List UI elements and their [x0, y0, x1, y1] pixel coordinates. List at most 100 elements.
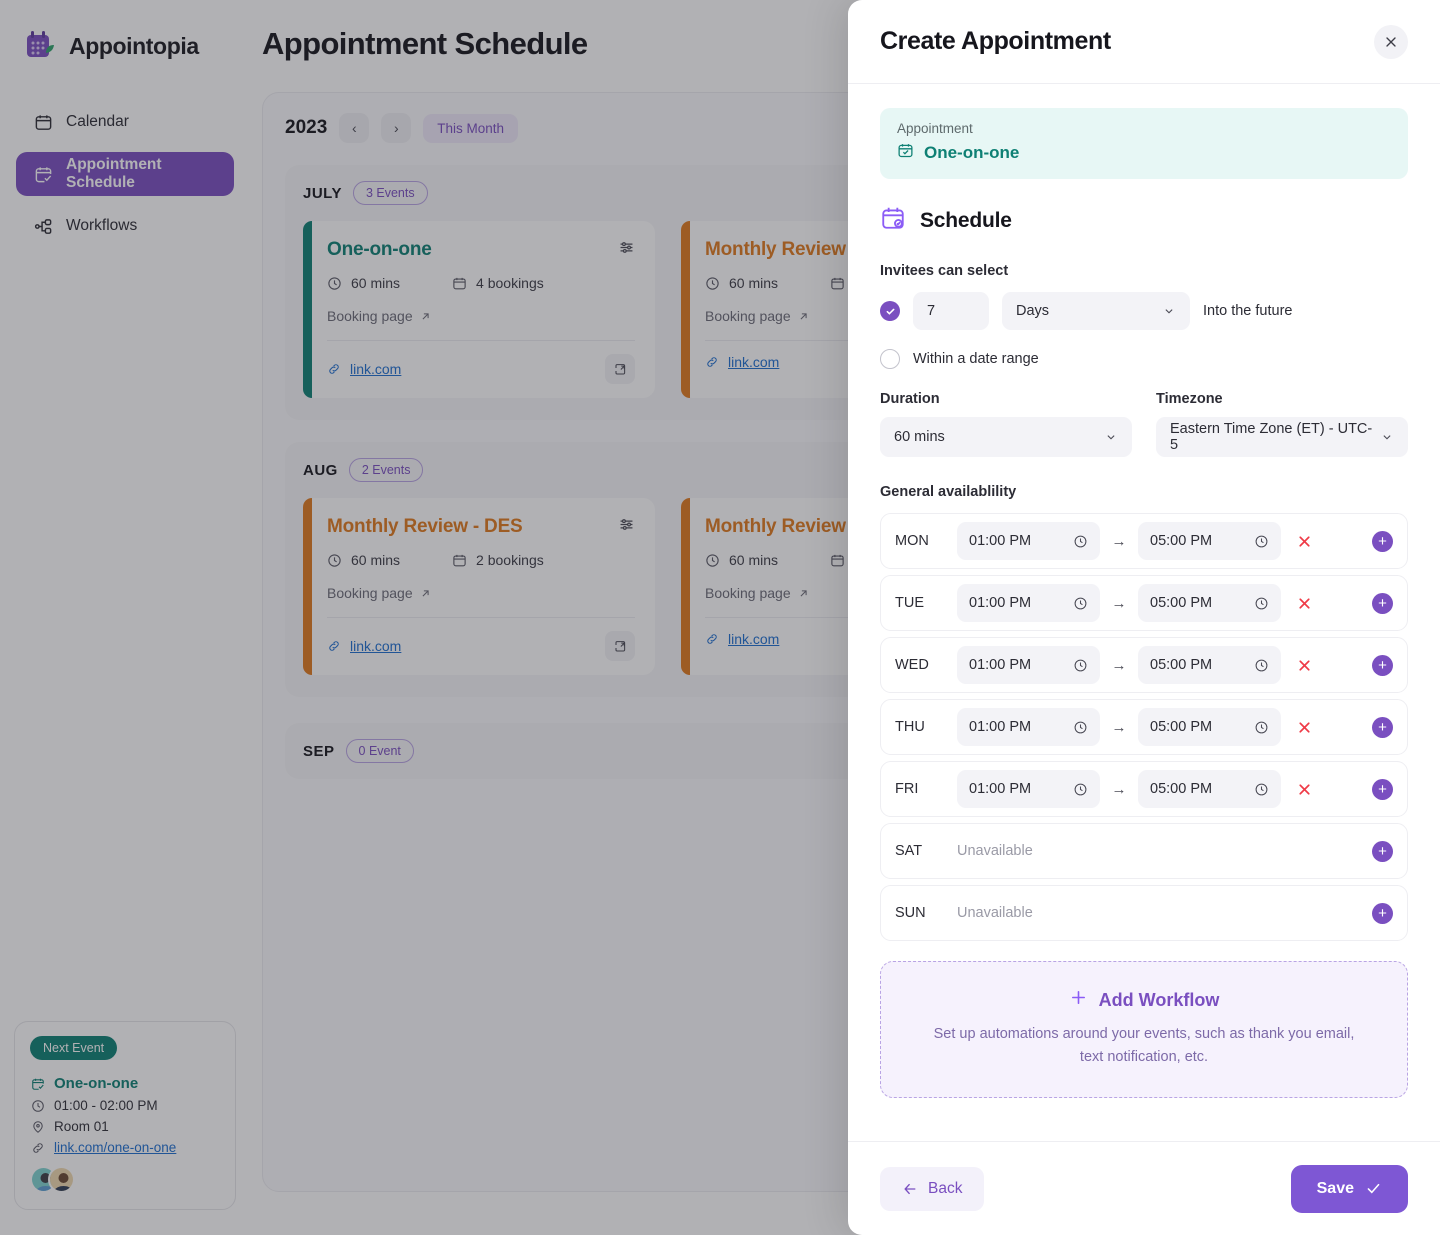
clock-icon — [1073, 534, 1088, 549]
arrow-right-icon: → — [1100, 781, 1138, 798]
start-time-input[interactable]: 01:00 PM — [957, 584, 1100, 622]
start-time-input[interactable]: 01:00 PM — [957, 646, 1100, 684]
chevron-down-icon — [1162, 304, 1176, 318]
within-date-range-label[interactable]: Within a date range — [913, 351, 1039, 367]
appointment-value-row: One-on-one — [897, 142, 1391, 164]
plus-icon — [1069, 988, 1088, 1012]
timezone-value: Eastern Time Zone (ET) - UTC-5 — [1170, 421, 1380, 453]
start-time-value: 01:00 PM — [969, 657, 1031, 673]
availability-day: WED — [895, 657, 957, 673]
close-icon[interactable] — [1374, 25, 1408, 59]
radio-into-the-future[interactable] — [880, 301, 900, 321]
timezone-label: Timezone — [1156, 391, 1408, 407]
create-appointment-modal: Create Appointment Appointment One-on-on… — [848, 0, 1440, 1235]
timezone-field: Timezone Eastern Time Zone (ET) - UTC-5 — [1156, 391, 1408, 457]
calendar-check-icon — [897, 142, 914, 164]
future-unit-value: Days — [1016, 303, 1049, 319]
add-slot-icon[interactable]: + — [1372, 779, 1393, 800]
clock-icon — [1254, 658, 1269, 673]
arrow-right-icon: → — [1100, 595, 1138, 612]
availability-row: THU 01:00 PM → 05:00 PM + — [880, 699, 1408, 755]
availability-row: MON 01:00 PM → 05:00 PM + — [880, 513, 1408, 569]
add-workflow-title-row: Add Workflow — [921, 988, 1367, 1012]
availability-day: SAT — [895, 843, 957, 859]
appointment-summary-card: Appointment One-on-one — [880, 108, 1408, 179]
end-time-value: 05:00 PM — [1150, 533, 1212, 549]
unavailable-label: Unavailable — [957, 905, 1033, 921]
modal-body: Appointment One-on-one — [848, 84, 1440, 1141]
arrow-left-icon — [902, 1181, 918, 1197]
remove-slot-icon[interactable] — [1281, 719, 1327, 736]
unavailable-label: Unavailable — [957, 843, 1033, 859]
schedule-section-header: Schedule — [880, 205, 1408, 236]
schedule-heading: Schedule — [920, 209, 1012, 233]
clock-icon — [1254, 534, 1269, 549]
general-availability-label: General availablility — [880, 484, 1408, 500]
clock-icon — [1073, 720, 1088, 735]
add-slot-icon[interactable]: + — [1372, 717, 1393, 738]
add-slot-icon[interactable]: + — [1372, 903, 1393, 924]
availability-day: FRI — [895, 781, 957, 797]
app-root: Appointopia Calendar — [0, 0, 1440, 1235]
duration-field: Duration 60 mins — [880, 391, 1132, 457]
availability-row: WED 01:00 PM → 05:00 PM + — [880, 637, 1408, 693]
duration-label: Duration — [880, 391, 1132, 407]
availability-day: THU — [895, 719, 957, 735]
start-time-value: 01:00 PM — [969, 719, 1031, 735]
add-slot-icon[interactable]: + — [1372, 655, 1393, 676]
arrow-right-icon: → — [1100, 533, 1138, 550]
add-workflow-box[interactable]: Add Workflow Set up automations around y… — [880, 961, 1408, 1098]
end-time-value: 05:00 PM — [1150, 719, 1212, 735]
end-time-value: 05:00 PM — [1150, 595, 1212, 611]
save-button[interactable]: Save — [1291, 1165, 1408, 1213]
radio-within-date-range[interactable] — [880, 349, 900, 369]
clock-icon — [1254, 782, 1269, 797]
end-time-input[interactable]: 05:00 PM — [1138, 646, 1281, 684]
start-time-value: 01:00 PM — [969, 781, 1031, 797]
availability-row: TUE 01:00 PM → 05:00 PM + — [880, 575, 1408, 631]
duration-select[interactable]: 60 mins — [880, 417, 1132, 457]
add-slot-icon[interactable]: + — [1372, 531, 1393, 552]
availability-row: SUN Unavailable + — [880, 885, 1408, 941]
duration-value: 60 mins — [894, 429, 945, 445]
add-slot-icon[interactable]: + — [1372, 841, 1393, 862]
add-slot-icon[interactable]: + — [1372, 593, 1393, 614]
future-amount-input[interactable] — [913, 292, 989, 330]
back-button[interactable]: Back — [880, 1167, 984, 1211]
start-time-input[interactable]: 01:00 PM — [957, 770, 1100, 808]
end-time-value: 05:00 PM — [1150, 657, 1212, 673]
start-time-value: 01:00 PM — [969, 533, 1031, 549]
start-time-value: 01:00 PM — [969, 595, 1031, 611]
availability-list: MON 01:00 PM → 05:00 PM + — [880, 513, 1408, 941]
arrow-right-icon: → — [1100, 719, 1138, 736]
remove-slot-icon[interactable] — [1281, 781, 1327, 798]
arrow-right-icon: → — [1100, 657, 1138, 674]
end-time-input[interactable]: 05:00 PM — [1138, 770, 1281, 808]
clock-icon — [1073, 658, 1088, 673]
remove-slot-icon[interactable] — [1281, 595, 1327, 612]
clock-icon — [1073, 782, 1088, 797]
timezone-select[interactable]: Eastern Time Zone (ET) - UTC-5 — [1156, 417, 1408, 457]
end-time-input[interactable]: 05:00 PM — [1138, 584, 1281, 622]
modal-header: Create Appointment — [848, 0, 1440, 84]
availability-day: MON — [895, 533, 957, 549]
modal-title: Create Appointment — [880, 27, 1111, 56]
end-time-input[interactable]: 05:00 PM — [1138, 708, 1281, 746]
remove-slot-icon[interactable] — [1281, 657, 1327, 674]
start-time-input[interactable]: 01:00 PM — [957, 708, 1100, 746]
invitees-future-option-row: Days Into the future — [880, 292, 1408, 330]
future-unit-select[interactable]: Days — [1002, 292, 1190, 330]
back-label: Back — [928, 1180, 962, 1198]
end-time-input[interactable]: 05:00 PM — [1138, 522, 1281, 560]
duration-timezone-row: Duration 60 mins Timezone Eastern Time Z… — [880, 391, 1408, 457]
start-time-input[interactable]: 01:00 PM — [957, 522, 1100, 560]
chevron-down-icon — [1380, 430, 1394, 444]
calendar-schedule-icon — [880, 205, 906, 236]
check-icon — [1365, 1180, 1382, 1197]
appointment-value: One-on-one — [924, 143, 1019, 163]
chevron-down-icon — [1104, 430, 1118, 444]
availability-day: TUE — [895, 595, 957, 611]
remove-slot-icon[interactable] — [1281, 533, 1327, 550]
add-workflow-subtitle: Set up automations around your events, s… — [921, 1023, 1367, 1069]
add-workflow-label: Add Workflow — [1099, 990, 1220, 1011]
